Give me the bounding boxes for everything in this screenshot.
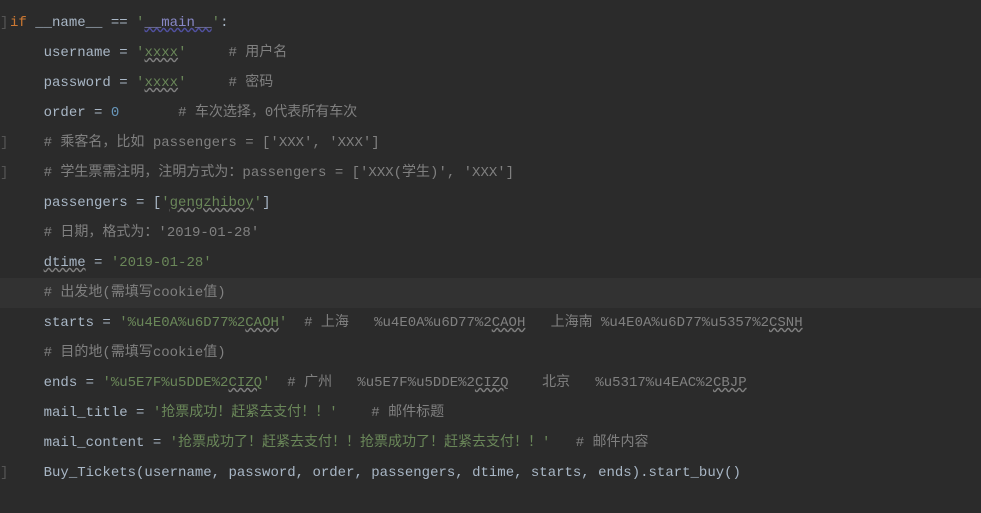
comment: # 出发地(需填写cookie值): [44, 285, 226, 301]
fold-marker: ]: [0, 158, 8, 188]
code-line-4[interactable]: order = 0 # 车次选择，0代表所有车次: [0, 98, 981, 128]
function-call: Buy_Tickets: [44, 465, 136, 481]
var-password: password: [44, 75, 111, 91]
comment: # 用户名: [228, 45, 287, 61]
fold-marker: ]: [0, 458, 8, 488]
var-passengers: passengers: [44, 195, 128, 211]
comment: # 车次选择，0代表所有车次: [178, 105, 357, 121]
comment: # 邮件标题: [371, 405, 444, 421]
code-line-12[interactable]: # 目的地(需填写cookie值): [0, 338, 981, 368]
comment: # 广州 %u5E7F%u5DDE%2: [287, 375, 475, 391]
comment: # 乘客名，比如 passengers = ['XXX', 'XXX']: [44, 135, 380, 151]
var-starts: starts: [44, 315, 94, 331]
code-line-15[interactable]: mail_content = '抢票成功了！赶紧去支付！！抢票成功了！赶紧去支付…: [0, 428, 981, 458]
code-line-3[interactable]: password = 'xxxx' # 密码: [0, 68, 981, 98]
var-dtime: dtime: [44, 255, 86, 271]
code-line-13[interactable]: ends = '%u5E7F%u5DDE%2CIZQ' # 广州 %u5E7F%…: [0, 368, 981, 398]
var-mail-content: mail_content: [44, 435, 145, 451]
comment: # 上海 %u4E0A%u6D77%2: [304, 315, 492, 331]
comment: # 密码: [228, 75, 273, 91]
code-line-10[interactable]: # 出发地(需填写cookie值): [0, 278, 981, 308]
code-line-1[interactable]: ]if __name__ == '__main__':: [0, 8, 981, 38]
code-line-11[interactable]: starts = '%u4E0A%u6D77%2CAOH' # 上海 %u4E0…: [0, 308, 981, 338]
fold-marker: ]: [0, 8, 8, 38]
code-line-7[interactable]: passengers = ['gengzhiboy']: [0, 188, 981, 218]
fold-marker: ]: [0, 128, 8, 158]
keyword-if: if: [10, 15, 27, 31]
code-line-6[interactable]: ] # 学生票需注明，注明方式为：passengers = ['XXX(学生)'…: [0, 158, 981, 188]
code-line-5[interactable]: ] # 乘客名，比如 passengers = ['XXX', 'XXX']: [0, 128, 981, 158]
identifier: __name__: [27, 15, 111, 31]
code-line-8[interactable]: # 日期，格式为：'2019-01-28': [0, 218, 981, 248]
code-line-16[interactable]: ] Buy_Tickets(username, password, order,…: [0, 458, 981, 488]
comment: # 日期，格式为：'2019-01-28': [44, 225, 260, 241]
var-username: username: [44, 45, 111, 61]
code-line-14[interactable]: mail_title = '抢票成功！赶紧去支付！！' # 邮件标题: [0, 398, 981, 428]
code-line-9[interactable]: dtime = '2019-01-28': [0, 248, 981, 278]
var-mail-title: mail_title: [44, 405, 128, 421]
builtin-main: __main__: [144, 15, 211, 31]
code-line-2[interactable]: username = 'xxxx' # 用户名: [0, 38, 981, 68]
var-ends: ends: [44, 375, 78, 391]
comment: # 目的地(需填写cookie值): [44, 345, 226, 361]
var-order: order: [44, 105, 86, 121]
comment: # 学生票需注明，注明方式为：passengers = ['XXX(学生)', …: [44, 165, 514, 181]
comment: # 邮件内容: [576, 435, 649, 451]
